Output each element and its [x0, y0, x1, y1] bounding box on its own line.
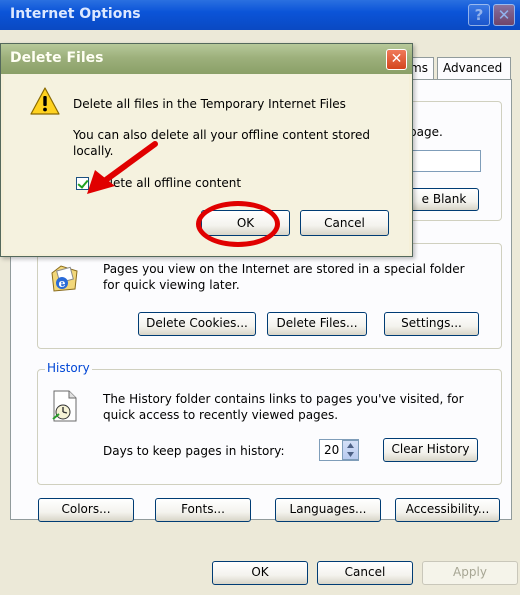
annotation-arrow-icon	[87, 141, 158, 194]
history-icon	[49, 389, 81, 423]
internet-options-titlebar[interactable]: Internet Options ? ✕	[0, 0, 520, 30]
home-page-address-field[interactable]	[409, 150, 481, 172]
fonts-button[interactable]: Fonts...	[155, 498, 251, 522]
history-description: The History folder contains links to pag…	[103, 392, 464, 422]
languages-button[interactable]: Languages...	[275, 498, 381, 522]
days-to-keep-value: 20	[324, 443, 340, 457]
cancel-button[interactable]: Cancel	[317, 561, 413, 585]
close-window-button[interactable]: ✕	[493, 4, 515, 26]
annotation-ring-ok	[196, 201, 280, 247]
apply-button[interactable]: Apply	[422, 561, 518, 585]
ok-button[interactable]: OK	[212, 561, 308, 585]
days-spinner-arrows[interactable]	[342, 440, 359, 460]
window-title: Internet Options	[10, 6, 141, 22]
home-page-text: page.	[409, 125, 443, 139]
spinner-up-down-icon	[347, 443, 354, 457]
delete-cookies-button[interactable]: Delete Cookies...	[138, 312, 256, 336]
dialog-close-button[interactable]: ✕	[386, 49, 407, 70]
svg-text:e: e	[59, 277, 66, 290]
clear-history-button[interactable]: Clear History	[383, 438, 478, 462]
settings-button[interactable]: Settings...	[384, 312, 479, 336]
delete-files-button[interactable]: Delete Files...	[267, 312, 367, 336]
dialog-cancel-button[interactable]: Cancel	[300, 210, 389, 236]
days-to-keep-spinner[interactable]: 20	[319, 439, 359, 461]
history-legend: History	[45, 361, 92, 375]
colors-button[interactable]: Colors...	[38, 498, 134, 522]
history-group	[37, 369, 502, 485]
delete-files-titlebar[interactable]: Delete Files ✕	[1, 44, 412, 74]
temporary-files-icon: e	[49, 263, 81, 295]
dialog-title: Delete Files	[10, 50, 104, 66]
days-to-keep-label: Days to keep pages in history:	[103, 444, 285, 458]
tab-advanced[interactable]: Advanced	[437, 57, 511, 79]
warning-icon	[30, 86, 60, 116]
accessibility-button[interactable]: Accessibility...	[395, 498, 500, 522]
temporary-files-description: Pages you view on the Internet are store…	[103, 262, 465, 292]
use-blank-button[interactable]: e Blank	[409, 188, 479, 211]
dialog-message-line1: Delete all files in the Temporary Intern…	[73, 97, 346, 111]
help-button[interactable]: ?	[468, 4, 490, 26]
